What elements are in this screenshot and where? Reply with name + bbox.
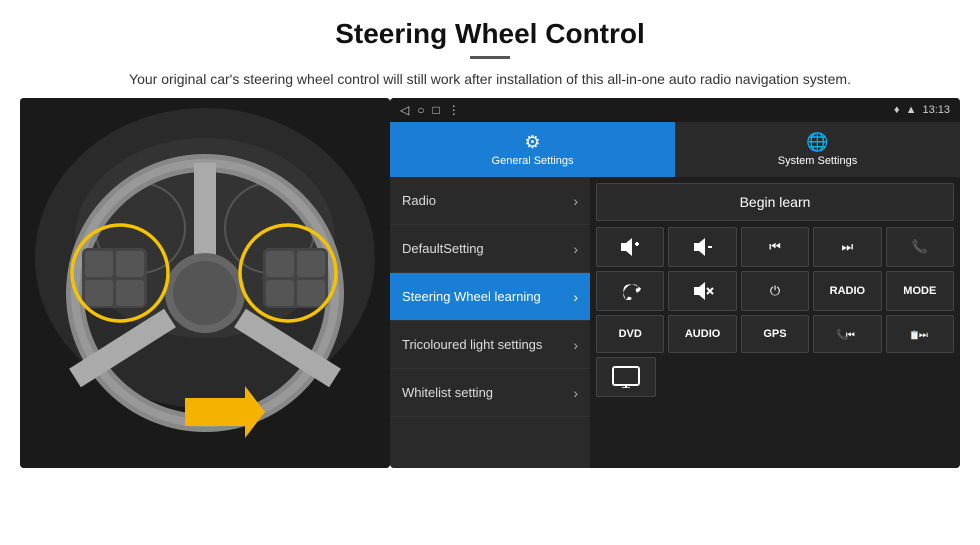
page-subtitle: Your original car's steering wheel contr… [40, 69, 940, 90]
menu-steering-arrow: › [573, 289, 578, 305]
steering-wheel-svg [20, 98, 390, 468]
phone-hangup-button[interactable] [596, 271, 664, 311]
home-nav-icon[interactable]: ○ [417, 103, 424, 117]
mode-button[interactable]: MODE [886, 271, 954, 311]
menu-item-defaultsetting[interactable]: DefaultSetting › [390, 225, 590, 273]
audio-button[interactable]: AUDIO [668, 315, 736, 353]
tab-general-settings[interactable]: ⚙ General Settings [390, 122, 675, 177]
menu-nav-icon[interactable]: ⋮ [448, 103, 460, 117]
signal-icon: ▲ [906, 104, 917, 116]
dvd-button[interactable]: DVD [596, 315, 664, 353]
phone-next-button[interactable]: 📋⏭ [886, 315, 954, 353]
menu-default-arrow: › [573, 241, 578, 257]
menu-item-radio[interactable]: Radio › [390, 177, 590, 225]
status-left: ◁ ○ □ ⋮ [400, 103, 460, 117]
svg-text:📋: 📋 [909, 330, 920, 340]
begin-learn-row: Begin learn [596, 183, 954, 221]
page-title: Steering Wheel Control [40, 18, 940, 50]
controls-row-2: ⏻ RADIO MODE [596, 271, 954, 311]
gps-button[interactable]: GPS [741, 315, 809, 353]
wheel-background [20, 98, 390, 468]
svg-text:⏭: ⏭ [919, 330, 928, 341]
menu-radio-arrow: › [573, 193, 578, 209]
menu-item-whitelist[interactable]: Whitelist setting › [390, 369, 590, 417]
menu-item-steering[interactable]: Steering Wheel learning › [390, 273, 590, 321]
location-icon: ♦ [894, 104, 900, 116]
mute-button[interactable] [668, 271, 736, 311]
title-divider [470, 56, 510, 59]
prev-track-button[interactable]: ⏮ [741, 227, 809, 267]
tab-bar: ⚙ General Settings 🌐 System Settings [390, 122, 960, 177]
status-bar: ◁ ○ □ ⋮ ♦ ▲ 13:13 [390, 98, 960, 122]
menu-steering-label: Steering Wheel learning [402, 289, 541, 304]
menu-item-tricoloured[interactable]: Tricoloured light settings › [390, 321, 590, 369]
tab-general-label: General Settings [492, 155, 574, 167]
wheel-area [20, 98, 390, 468]
controls-row-3: DVD AUDIO GPS 📞⏮ 📋⏭ [596, 315, 954, 353]
system-settings-icon: 🌐 [806, 132, 828, 153]
menu-tricoloured-arrow: › [573, 337, 578, 353]
general-settings-icon: ⚙ [524, 132, 540, 153]
svg-text:⏮: ⏮ [846, 330, 855, 341]
menu-radio-label: Radio [402, 193, 436, 208]
display-button[interactable] [596, 357, 656, 397]
phone-prev-button[interactable]: 📞⏮ [813, 315, 881, 353]
controls-row-4 [596, 357, 954, 397]
power-button[interactable]: ⏻ [741, 271, 809, 311]
menu-tricoloured-label: Tricoloured light settings [402, 337, 542, 352]
menu-list: Radio › DefaultSetting › Steering Wheel … [390, 177, 590, 468]
status-right: ♦ ▲ 13:13 [894, 104, 950, 116]
back-nav-icon[interactable]: ◁ [400, 103, 409, 117]
tab-system-settings[interactable]: 🌐 System Settings [675, 122, 960, 177]
menu-default-label: DefaultSetting [402, 241, 484, 256]
phone-answer-button[interactable]: 📞 [886, 227, 954, 267]
volume-up-button[interactable] [596, 227, 664, 267]
begin-learn-button[interactable]: Begin learn [596, 183, 954, 221]
next-track-button[interactable]: ⏭ [813, 227, 881, 267]
recent-nav-icon[interactable]: □ [432, 103, 439, 117]
radio-button[interactable]: RADIO [813, 271, 881, 311]
tab-system-label: System Settings [778, 155, 857, 167]
buttons-grid: Begin learn ⏮ ⏭ 📞 [590, 177, 960, 468]
volume-down-button[interactable] [668, 227, 736, 267]
main-content: ◁ ○ □ ⋮ ♦ ▲ 13:13 ⚙ General Settings 🌐 S… [20, 98, 960, 468]
controls-row-1: ⏮ ⏭ 📞 [596, 227, 954, 267]
page-header: Steering Wheel Control Your original car… [0, 0, 980, 98]
time-display: 13:13 [922, 104, 950, 116]
panel-body: Radio › DefaultSetting › Steering Wheel … [390, 177, 960, 468]
menu-whitelist-label: Whitelist setting [402, 385, 493, 400]
device-panel: ◁ ○ □ ⋮ ♦ ▲ 13:13 ⚙ General Settings 🌐 S… [390, 98, 960, 468]
menu-whitelist-arrow: › [573, 385, 578, 401]
